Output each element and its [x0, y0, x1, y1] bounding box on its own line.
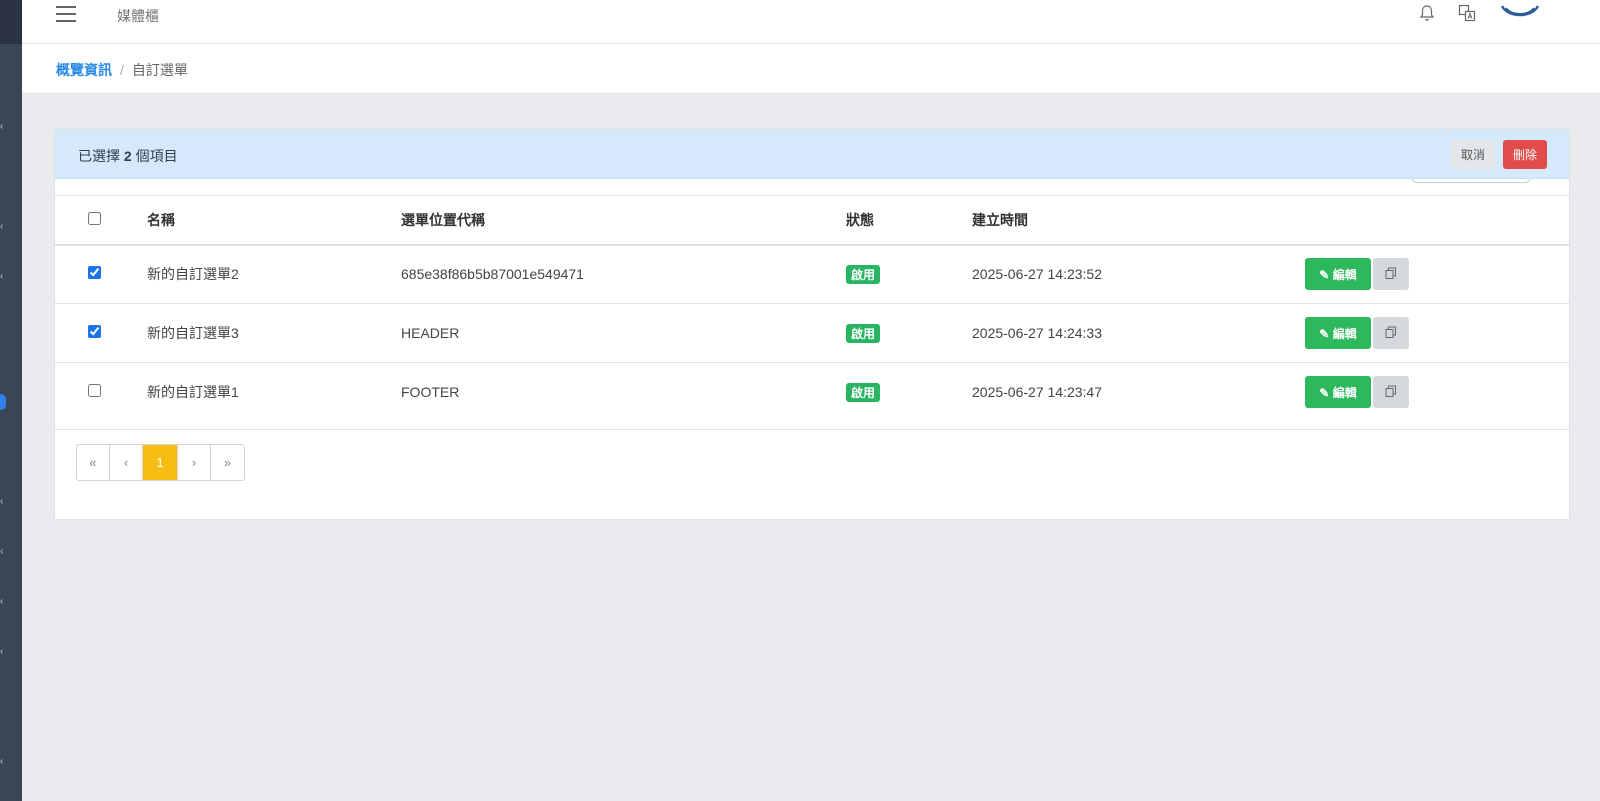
copy-icon [1385, 326, 1396, 338]
sidebar-chevron-icon[interactable]: ‹ [0, 272, 8, 282]
sidebar-chevron-icon[interactable]: ‹ [0, 597, 8, 607]
status-badge: 啟用 [846, 264, 881, 284]
row-name: 新的自訂選單3 [147, 325, 239, 341]
selection-count: 2 [123, 148, 132, 164]
first-page-button[interactable]: « [77, 445, 110, 480]
breadcrumb-home-link[interactable]: 概覽資訊 [56, 62, 112, 78]
edit-button[interactable]: ✎ 編輯 [1305, 258, 1371, 291]
last-page-button[interactable]: » [211, 445, 244, 480]
breadcrumb-bar: 概覽資訊 / 自訂選單 [22, 44, 1600, 94]
sidebar-chevron-icon[interactable]: ‹ [0, 757, 8, 767]
breadcrumb: 概覽資訊 / 自訂選單 [56, 60, 188, 80]
status-badge: 啟用 [846, 323, 881, 343]
prev-page-button[interactable]: ‹ [110, 445, 143, 480]
sidebar: ‹ ‹ ‹ ‹ ‹ ‹ ‹ ‹ [0, 0, 22, 801]
sidebar-chevron-icon[interactable]: ‹ [0, 497, 8, 507]
table-header-row: 名稱 選單位置代稱 狀態 建立時間 [55, 195, 1569, 245]
row-code: FOOTER [401, 384, 460, 401]
cancel-button[interactable]: 取消 [1451, 140, 1495, 169]
sidebar-logo-area [0, 0, 22, 44]
logo[interactable] [1500, 2, 1540, 29]
menu-list-card: 已選擇 2 個項目 取消 刪除 名稱 選單位置代稱 狀態 建立時間 新的自訂選單… [54, 128, 1570, 520]
menu-icon[interactable] [56, 6, 76, 22]
status-badge: 啟用 [846, 382, 881, 402]
selection-suffix: 個項目 [135, 148, 178, 164]
sidebar-chevron-icon[interactable]: ‹ [0, 122, 8, 132]
row-code: HEADER [401, 325, 460, 341]
menu-table: 名稱 選單位置代稱 狀態 建立時間 新的自訂選單2 685e38f86b5b87… [55, 195, 1569, 422]
edit-label: 編輯 [1332, 267, 1357, 282]
copy-button[interactable] [1373, 317, 1409, 349]
table-row: 新的自訂選單3 HEADER 啟用 2025-06-27 14:24:33 ✎ … [55, 304, 1569, 363]
breadcrumb-current: 自訂選單 [131, 62, 188, 78]
selection-prefix: 已選擇 [78, 148, 120, 164]
pencil-icon: ✎ [1319, 267, 1330, 282]
row-created: 2025-06-27 14:23:52 [972, 266, 1102, 283]
row-checkbox[interactable] [88, 325, 101, 338]
pencil-icon: ✎ [1319, 326, 1330, 341]
edit-label: 編輯 [1332, 326, 1357, 341]
column-header-status[interactable]: 狀態 [846, 196, 972, 245]
row-created: 2025-06-27 14:23:47 [972, 384, 1102, 401]
site-title: 媒體櫃 [117, 8, 159, 24]
sidebar-chevron-icon[interactable]: ‹ [0, 222, 8, 232]
sidebar-chevron-icon[interactable]: ‹ [0, 647, 8, 657]
row-checkbox[interactable] [88, 266, 101, 280]
table-row: 新的自訂選單1 FOOTER 啟用 2025-06-27 14:23:47 ✎ … [55, 363, 1569, 422]
edit-button[interactable]: ✎ 編輯 [1305, 317, 1371, 349]
copy-button[interactable] [1373, 258, 1409, 291]
translate-icon[interactable] [1458, 4, 1476, 27]
copy-icon [1385, 385, 1396, 397]
breadcrumb-separator: / [120, 62, 124, 78]
bell-icon[interactable] [1419, 4, 1435, 27]
copy-icon [1385, 267, 1396, 279]
row-checkbox[interactable] [88, 384, 101, 398]
pagination-divider [55, 429, 1569, 430]
selection-bar: 已選擇 2 個項目 取消 刪除 [55, 129, 1569, 179]
table-row: 新的自訂選單2 685e38f86b5b87001e549471 啟用 2025… [55, 245, 1569, 304]
edit-button[interactable]: ✎ 編輯 [1305, 376, 1371, 409]
row-name: 新的自訂選單1 [147, 384, 239, 401]
select-all-checkbox[interactable] [88, 211, 101, 225]
column-header-code[interactable]: 選單位置代稱 [401, 196, 846, 245]
pencil-icon: ✎ [1319, 385, 1330, 400]
pagination: « ‹ 1 › » [76, 444, 245, 481]
row-code: 685e38f86b5b87001e549471 [401, 266, 584, 283]
column-header-name[interactable]: 名稱 [147, 196, 401, 245]
column-header-created[interactable]: 建立時間 [972, 196, 1305, 245]
row-created: 2025-06-27 14:24:33 [972, 325, 1102, 341]
column-header-actions [1305, 196, 1569, 245]
copy-button[interactable] [1373, 376, 1409, 409]
selection-summary: 已選擇 2 個項目 [78, 146, 178, 166]
sidebar-active-indicator [0, 394, 6, 410]
edit-label: 編輯 [1332, 385, 1357, 400]
next-page-button[interactable]: › [178, 445, 211, 480]
page-button-current[interactable]: 1 [143, 445, 178, 480]
top-header: 媒體櫃 [22, 0, 1600, 44]
sidebar-chevron-icon[interactable]: ‹ [0, 547, 8, 557]
delete-button[interactable]: 刪除 [1503, 140, 1547, 169]
row-name: 新的自訂選單2 [147, 266, 239, 283]
